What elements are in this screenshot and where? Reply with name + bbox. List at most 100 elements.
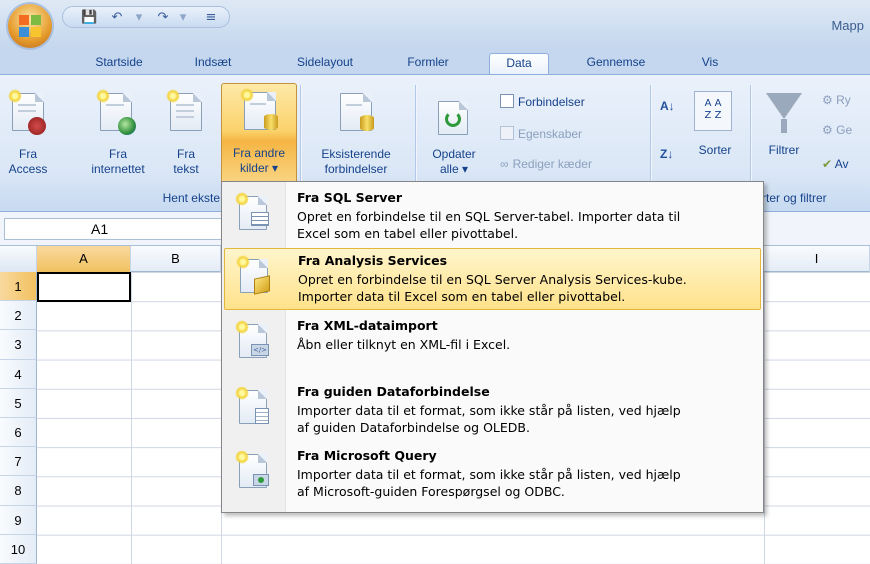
fra-internettet-button[interactable]: Fra internettet [78,87,158,187]
properties-icon [500,126,514,140]
menu-item-title: Fra Analysis Services [298,253,448,268]
menu-desc-line: af guiden Dataforbindelse og OLEDB. [297,420,530,435]
row-header[interactable]: 1 [0,272,37,302]
fra-access-label-1: Fra [19,147,37,161]
column-header-b[interactable]: B [131,246,221,272]
row-header[interactable]: 3 [0,330,37,360]
row-header[interactable]: 6 [0,418,37,448]
fra-tekst-button[interactable]: Fra tekst [160,87,212,187]
fra-andre-label-1: Fra andre [232,146,286,160]
fra-andre-label-2: kilder ▾ [239,161,279,175]
row-header[interactable]: 4 [0,359,37,389]
grid-column-line [764,272,765,564]
active-cell-a1[interactable] [37,272,131,302]
column-header-a[interactable]: A [37,246,131,272]
refresh-icon [445,111,461,127]
database-icon [264,114,278,130]
new-sparkle-icon [8,89,22,103]
menu-item-analysis-services[interactable]: Fra Analysis Services Opret en forbindel… [224,248,761,310]
row-header[interactable]: 10 [0,534,37,564]
fra-access-label-2: Access [8,162,48,176]
forbindelser-label: Forbindelser [518,95,585,109]
fra-access-button[interactable]: Fra Access [8,87,48,187]
avanceret-label: Av [834,157,849,171]
edit-links-icon: ∞ [500,157,509,171]
menu-item-title: Fra XML-dataimport [297,318,438,333]
advanced-filter-icon: ✔ [822,157,833,171]
new-sparkle-icon [96,89,110,103]
redo-icon[interactable]: ↷ [155,10,171,26]
menu-item-title: Fra SQL Server [297,190,403,205]
menu-desc-line: af Microsoft-guiden Forespørgsel og ODBC… [297,484,565,499]
tab-indsaet[interactable]: Indsæt [185,53,241,74]
fra-andre-kilder-button[interactable]: Fra andre kilder ▾ [221,83,297,189]
tab-formler[interactable]: Formler [398,53,458,74]
filtrer-button[interactable]: Filtrer [758,143,810,158]
globe-icon [118,117,136,135]
column-header-i[interactable]: I [764,246,870,272]
connections-icon [500,94,514,108]
tab-data[interactable]: Data [489,53,549,74]
row-header[interactable]: 2 [0,301,37,331]
undo-icon[interactable]: ↶ [109,10,125,26]
row-header[interactable]: 9 [0,505,37,535]
row-header[interactable]: 5 [0,388,37,418]
save-icon[interactable]: 💾 [81,10,97,26]
forbindelser-button[interactable]: Forbindelser [500,93,585,111]
menu-item-description: Opret en forbindelse til en SQL Server-t… [297,208,757,242]
rediger-label: Rediger kæder [512,157,592,171]
menu-item-dataforbindelse[interactable]: Fra guiden Dataforbindelse Importer data… [224,380,761,442]
fra-tekst-label-1: Fra [177,147,195,161]
tab-gennemse[interactable]: Gennemse [572,53,660,74]
tab-vis[interactable]: Vis [690,53,730,74]
database-icon [360,115,374,131]
fra-andre-kilder-menu: Fra SQL Server Opret en forbindelse til … [221,181,764,513]
menu-item-description: Importer data til et format, som ikke st… [297,402,757,436]
genanvend-button[interactable]: ⚙ Ge [822,121,852,139]
rediger-kaeder-button[interactable]: ∞ Rediger kæder [500,155,592,173]
menu-desc-line: Importer data til Excel som en tabel ell… [298,289,626,304]
menu-desc-line: Excel som en tabel eller pivottabel. [297,226,519,241]
sql-server-table-icon [235,192,271,234]
opdater-label-2: alle ▾ [439,162,469,176]
sorter-button[interactable]: Sorter [690,143,740,158]
customize-icon[interactable]: ≡ [203,10,219,26]
menu-item-title: Fra guiden Dataforbindelse [297,384,490,399]
eksisterende-forbindelser-button[interactable]: Eksisterende forbindelser [304,87,408,187]
menu-desc-line: Importer data til et format, som ikke st… [297,467,681,482]
office-button[interactable] [8,4,52,48]
eksisterende-label-2: forbindelser [324,162,388,176]
fra-internettet-label-1: Fra [109,147,127,161]
microsoft-query-icon [235,450,271,492]
menu-desc-line: Importer data til et format, som ikke st… [297,403,681,418]
select-all-corner[interactable] [0,246,37,272]
ribbon-tabs: Startside Indsæt Sidelayout Formler Data… [0,48,870,74]
office-logo-icon [19,15,41,37]
menu-item-microsoft-query[interactable]: Fra Microsoft Query Importer data til et… [224,444,761,506]
name-box[interactable]: A1 [4,218,224,240]
quick-access-toolbar: 💾 ↶ ▾ ↷ ▾ ≡ [62,6,230,28]
tab-sidelayout[interactable]: Sidelayout [282,53,368,74]
fra-tekst-label-2: tekst [173,162,199,176]
sort-descending-icon[interactable]: Z↓ [660,145,673,163]
egenskaber-button[interactable]: Egenskaber [500,125,582,143]
menu-item-xml-dataimport[interactable]: </> Fra XML-dataimport Åbn eller tilknyt… [224,314,761,376]
menu-item-title: Fra Microsoft Query [297,448,437,463]
menu-desc-line: Opret en forbindelse til en SQL Server A… [298,272,687,287]
data-connection-wizard-icon [235,386,271,428]
menu-item-sql-server[interactable]: Fra SQL Server Opret en forbindelse til … [224,186,761,248]
avanceret-button[interactable]: ✔ Av [822,155,849,173]
menu-item-description: Importer data til et format, som ikke st… [297,466,757,500]
undo-dropdown-icon[interactable]: ▾ [131,10,147,26]
sort-ascending-icon[interactable]: A↓ [660,97,675,115]
row-header[interactable]: 7 [0,447,37,477]
row-header[interactable]: 8 [0,476,37,506]
reapply-icon: ⚙ [822,123,833,137]
redo-dropdown-icon[interactable]: ▾ [175,10,191,26]
opdater-alle-button[interactable]: Opdater alle ▾ [418,87,490,187]
genanvend-label: Ge [836,123,853,137]
sort-dialog-icon[interactable]: A AZ Z [694,91,732,131]
opdater-label-1: Opdater [432,147,476,161]
tab-startside[interactable]: Startside [84,53,154,74]
ryd-button[interactable]: ⚙ Ry [822,91,851,109]
